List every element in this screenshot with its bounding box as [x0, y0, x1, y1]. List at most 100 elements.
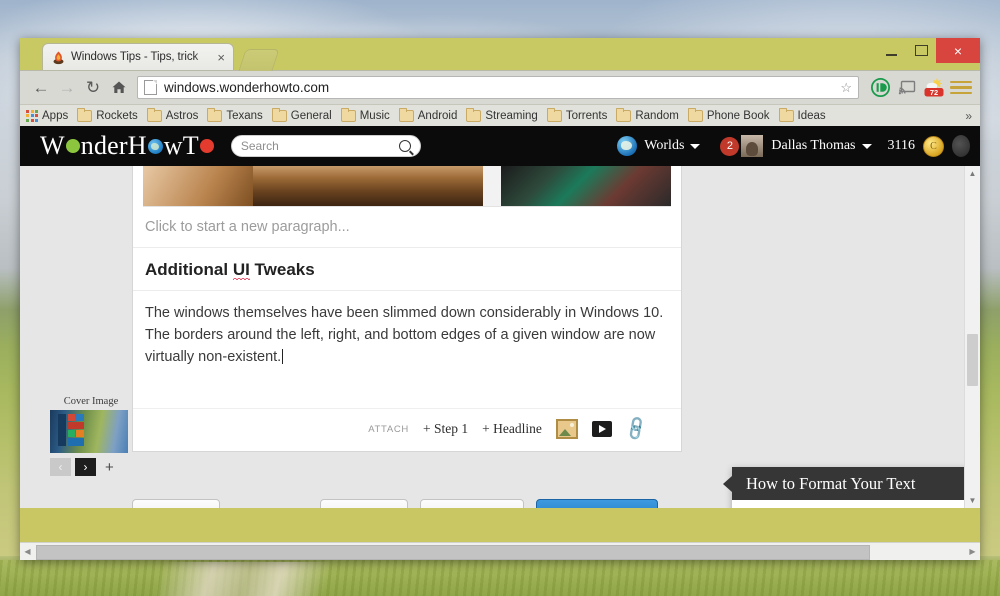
preview-button[interactable]: Preview: [320, 499, 408, 508]
logo-t: T: [182, 131, 199, 160]
bookmark-item[interactable]: Rockets: [77, 107, 138, 122]
cancel-button[interactable]: Cancel: [132, 499, 220, 508]
cast-icon[interactable]: [895, 76, 919, 100]
chrome-menu-icon[interactable]: [950, 76, 972, 100]
cover-image-nav: ‹ › +: [50, 458, 132, 476]
page-vertical-scrollbar[interactable]: ▲ ▼: [964, 166, 980, 508]
url-text: windows.wonderhowto.com: [164, 80, 330, 95]
page-icon: [144, 80, 157, 95]
submit-button[interactable]: Submit: [536, 499, 658, 508]
wonderhowto-logo[interactable]: Wnder Hw T: [40, 131, 215, 161]
address-bar[interactable]: windows.wonderhowto.com ☆: [137, 76, 859, 99]
cover-add-button[interactable]: +: [105, 459, 114, 476]
coin-icon: C: [923, 135, 944, 157]
add-headline-button[interactable]: + Headline: [482, 421, 542, 437]
bookmark-label: General: [290, 109, 332, 122]
forward-icon[interactable]: →: [54, 75, 80, 101]
folder-icon: [77, 107, 93, 122]
cover-next-button[interactable]: ›: [75, 458, 96, 476]
scroll-right-icon[interactable]: ▶: [965, 544, 980, 559]
header-right-cluster: Worlds 2 Dallas Thomas 3116 C: [617, 135, 970, 157]
add-step-button[interactable]: + Step 1: [423, 421, 468, 437]
bookmark-item[interactable]: Random: [616, 107, 679, 122]
start-menu-tiles: [58, 414, 84, 447]
bookmarks-overflow-icon[interactable]: »: [965, 109, 974, 123]
bookmark-star-icon[interactable]: ☆: [840, 80, 852, 96]
points-value: 3116: [887, 138, 915, 153]
bookmark-apps[interactable]: Apps: [26, 109, 69, 122]
chevron-down-icon[interactable]: [861, 143, 872, 149]
cover-prev-button[interactable]: ‹: [50, 458, 71, 476]
bookmark-label: Android: [417, 109, 458, 122]
new-tab-button[interactable]: [238, 49, 280, 71]
help-panel-title: How to Format Your Text: [723, 467, 980, 500]
bookmark-item[interactable]: Phone Book: [687, 107, 770, 122]
pushbullet-icon[interactable]: [868, 76, 892, 100]
window-controls: ×: [876, 38, 980, 70]
header-clipped-icon[interactable]: [952, 135, 970, 157]
logo-w: W: [40, 131, 65, 160]
scrollbar-thumb[interactable]: [967, 334, 978, 386]
save-draft-button[interactable]: Save Draft: [420, 499, 524, 508]
browser-tab[interactable]: Windows Tips - Tips, trick ×: [42, 43, 234, 70]
search-icon[interactable]: [398, 140, 411, 152]
maximize-button[interactable]: [906, 38, 936, 63]
scrollbar-thumb[interactable]: [36, 545, 870, 560]
bookmark-item[interactable]: Astros: [146, 107, 198, 122]
scrollbar-track[interactable]: [35, 545, 965, 560]
image-gap: [483, 166, 501, 206]
scroll-up-icon[interactable]: ▲: [965, 166, 980, 181]
link-icon[interactable]: 🔗: [622, 415, 651, 444]
logo-globe-icon: [147, 138, 163, 154]
reload-icon[interactable]: ↻: [80, 75, 106, 101]
bookmark-label: Rockets: [96, 109, 138, 122]
attach-label: ATTACH: [368, 423, 409, 435]
bookmark-item[interactable]: Android: [398, 107, 458, 122]
attached-image-1[interactable]: [143, 166, 483, 206]
new-paragraph-placeholder[interactable]: Click to start a new paragraph...: [133, 207, 681, 248]
body-text-field[interactable]: The windows themselves have been slimmed…: [133, 291, 681, 408]
user-menu-label[interactable]: Dallas Thomas: [771, 138, 855, 154]
close-button[interactable]: ×: [936, 38, 980, 63]
article-editor-panel: Click to start a new paragraph... Additi…: [132, 166, 682, 452]
headline-text-a: Additional: [145, 260, 233, 279]
bookmark-item[interactable]: Ideas: [778, 107, 826, 122]
logo-w2: w: [163, 131, 183, 160]
scroll-left-icon[interactable]: ◀: [20, 544, 35, 559]
logo-nder: nder: [80, 131, 128, 160]
minimize-button[interactable]: [876, 38, 906, 63]
chevron-down-icon[interactable]: [690, 143, 701, 149]
home-icon[interactable]: [106, 75, 132, 101]
attached-images-strip[interactable]: [143, 166, 671, 207]
image-icon[interactable]: [555, 419, 578, 439]
logo-red-dot-icon: [199, 139, 214, 153]
page-horizontal-scrollbar[interactable]: ◀ ▶: [20, 542, 980, 560]
bookmark-item[interactable]: Texans: [207, 107, 263, 122]
video-icon[interactable]: [591, 421, 612, 437]
help-panel-body: Bold, Italics, or Link Text *bold* or _i…: [732, 500, 980, 508]
headline-field[interactable]: Additional UI Tweaks: [133, 248, 681, 291]
worlds-menu-label[interactable]: Worlds: [644, 138, 684, 154]
bookmark-item[interactable]: Torrents: [546, 107, 607, 122]
folder-icon: [207, 107, 223, 122]
page-viewport: Wnder Hw T Search Worlds 2 Dallas Thomas 3…: [20, 126, 980, 508]
bookmark-item[interactable]: Streaming: [466, 107, 538, 122]
search-input[interactable]: Search: [230, 135, 421, 157]
notification-badge[interactable]: 2: [720, 136, 740, 156]
grass-field: [0, 560, 1000, 596]
scroll-down-icon[interactable]: ▼: [965, 493, 980, 508]
bookmark-item[interactable]: Music: [340, 107, 390, 122]
logo-green-dot-icon: [65, 139, 80, 153]
weather-icon[interactable]: 72: [922, 76, 946, 100]
bookmark-label: Texans: [226, 109, 263, 122]
avatar[interactable]: [741, 135, 764, 157]
tab-close-icon[interactable]: ×: [215, 51, 227, 64]
back-icon[interactable]: ←: [28, 75, 54, 101]
cover-image-thumbnail[interactable]: [50, 410, 128, 453]
bookmark-item[interactable]: General: [271, 107, 332, 122]
bookmark-label: Apps: [42, 109, 69, 122]
text-cursor: [282, 349, 284, 364]
help-section: Bold, Italics, or Link Text *bold* or _i…: [732, 500, 980, 508]
attached-image-2[interactable]: [501, 166, 671, 206]
folder-icon: [687, 107, 703, 122]
